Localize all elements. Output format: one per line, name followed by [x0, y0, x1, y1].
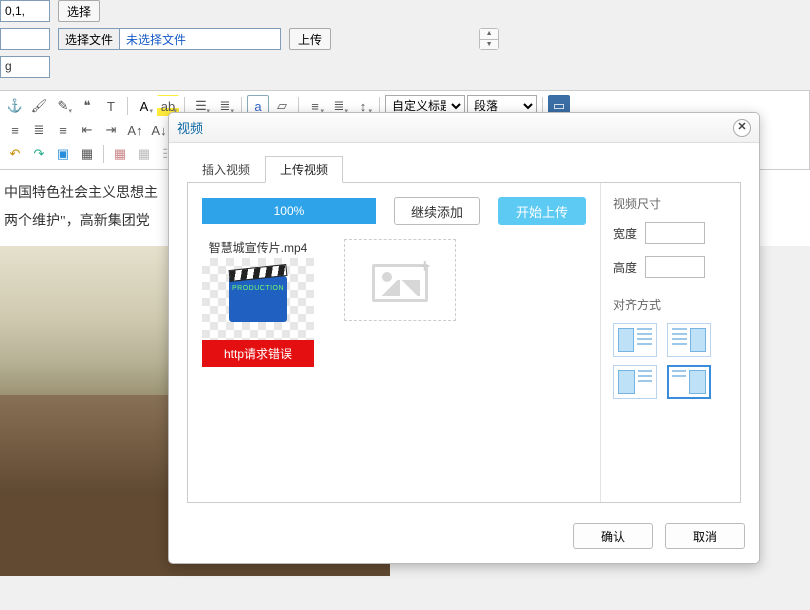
- upload-panel: 100% 继续添加 开始上传 智慧城宣传片.mp4 PRODUCTION htt…: [187, 183, 741, 503]
- format-paint-icon[interactable]: ✎: [52, 95, 74, 117]
- height-input[interactable]: [645, 256, 705, 278]
- video-modal: 视频 ✕ 插入视频 上传视频 100% 继续添加 开始上传 智慧城宣传片.mp4: [168, 112, 760, 564]
- align-right-icon[interactable]: ≡: [52, 119, 74, 141]
- modal-header: 视频 ✕: [169, 113, 759, 143]
- close-icon[interactable]: ✕: [733, 119, 751, 137]
- video-file-tile[interactable]: 智慧城宣传片.mp4 PRODUCTION http请求错误: [202, 239, 314, 367]
- image-icon[interactable]: ▣: [52, 143, 74, 165]
- g-field: g: [0, 56, 50, 78]
- size-section-title: 视频尺寸: [613, 195, 728, 212]
- thumbnail-row: 智慧城宣传片.mp4 PRODUCTION http请求错误: [202, 239, 586, 367]
- align-option-center[interactable]: [667, 365, 711, 399]
- confirm-button[interactable]: 确认: [573, 523, 653, 549]
- align-option-left[interactable]: [613, 323, 657, 357]
- brush-icon[interactable]: 🖌: [28, 95, 50, 117]
- number-stepper[interactable]: ▲ ▼: [479, 28, 499, 50]
- start-upload-button[interactable]: 开始上传: [498, 197, 586, 225]
- outdent-icon[interactable]: ⇤: [76, 119, 98, 141]
- modal-body: 插入视频 上传视频 100% 继续添加 开始上传 智慧城宣传片.mp4 PROD…: [169, 143, 759, 513]
- delete-table-icon[interactable]: ▦: [133, 143, 155, 165]
- font-color-button[interactable]: A: [133, 95, 155, 117]
- width-row: 宽度: [613, 222, 728, 244]
- align-grid: [613, 323, 728, 399]
- upload-panel-right: 视频尺寸 宽度 高度 对齐方式: [600, 183, 740, 502]
- width-label: 宽度: [613, 225, 637, 242]
- upload-panel-left: 100% 继续添加 开始上传 智慧城宣传片.mp4 PRODUCTION htt…: [188, 183, 600, 502]
- font-dec-icon[interactable]: A↓: [148, 119, 170, 141]
- toolbar-separator: [103, 145, 104, 163]
- top-form-area: 选择 选择文件 未选择文件 上传 ▲ ▼ g: [0, 0, 810, 90]
- width-input[interactable]: [645, 222, 705, 244]
- font-family-icon[interactable]: T: [100, 95, 122, 117]
- align-center-icon[interactable]: ≣: [28, 119, 50, 141]
- align-option-right[interactable]: [667, 323, 711, 357]
- g-label-box: [0, 28, 50, 50]
- tab-insert-video[interactable]: 插入视频: [187, 155, 265, 182]
- anchor-icon[interactable]: ⚓: [4, 95, 26, 117]
- font-inc-icon[interactable]: A↑: [124, 119, 146, 141]
- clapperboard-icon: PRODUCTION: [229, 276, 287, 322]
- modal-title: 视频: [177, 118, 203, 137]
- upload-progress-bar: 100%: [202, 198, 376, 224]
- choose-file-button[interactable]: 选择文件: [59, 29, 120, 49]
- tab-strip: 插入视频 上传视频: [187, 155, 741, 183]
- continue-add-button[interactable]: 继续添加: [394, 197, 480, 225]
- insert-table-icon[interactable]: ▦: [109, 143, 131, 165]
- add-file-tile[interactable]: +: [344, 239, 456, 321]
- upload-button[interactable]: 上传: [289, 28, 331, 50]
- indent-icon[interactable]: ⇥: [100, 119, 122, 141]
- quote-icon[interactable]: ❝: [76, 95, 98, 117]
- align-option-top[interactable]: [613, 365, 657, 399]
- clapperboard-text: PRODUCTION: [232, 285, 284, 292]
- file-status-text: 未选择文件: [120, 29, 280, 49]
- stepper-down-icon[interactable]: ▼: [480, 40, 498, 50]
- height-label: 高度: [613, 259, 637, 276]
- align-section-title: 对齐方式: [613, 296, 728, 313]
- redo-icon[interactable]: ↷: [28, 143, 50, 165]
- upload-error-banner: http请求错误: [202, 340, 314, 367]
- height-row: 高度: [613, 256, 728, 278]
- table-icon[interactable]: ▦: [76, 143, 98, 165]
- stepper-up-icon[interactable]: ▲: [480, 29, 498, 40]
- image-plus-icon: +: [372, 258, 428, 302]
- select-button[interactable]: 选择: [58, 0, 100, 22]
- modal-footer: 确认 取消: [169, 513, 759, 563]
- align-left-icon[interactable]: ≡: [4, 119, 26, 141]
- cancel-button[interactable]: 取消: [665, 523, 745, 549]
- video-thumb-preview: PRODUCTION: [202, 258, 314, 340]
- number-input[interactable]: [0, 0, 50, 22]
- upload-action-row: 100% 继续添加 开始上传: [202, 197, 586, 225]
- file-picker: 选择文件 未选择文件: [58, 28, 281, 50]
- toolbar-separator: [127, 97, 128, 115]
- file-name-label: 智慧城宣传片.mp4: [202, 239, 314, 256]
- undo-icon[interactable]: ↶: [4, 143, 26, 165]
- tab-upload-video[interactable]: 上传视频: [265, 156, 343, 183]
